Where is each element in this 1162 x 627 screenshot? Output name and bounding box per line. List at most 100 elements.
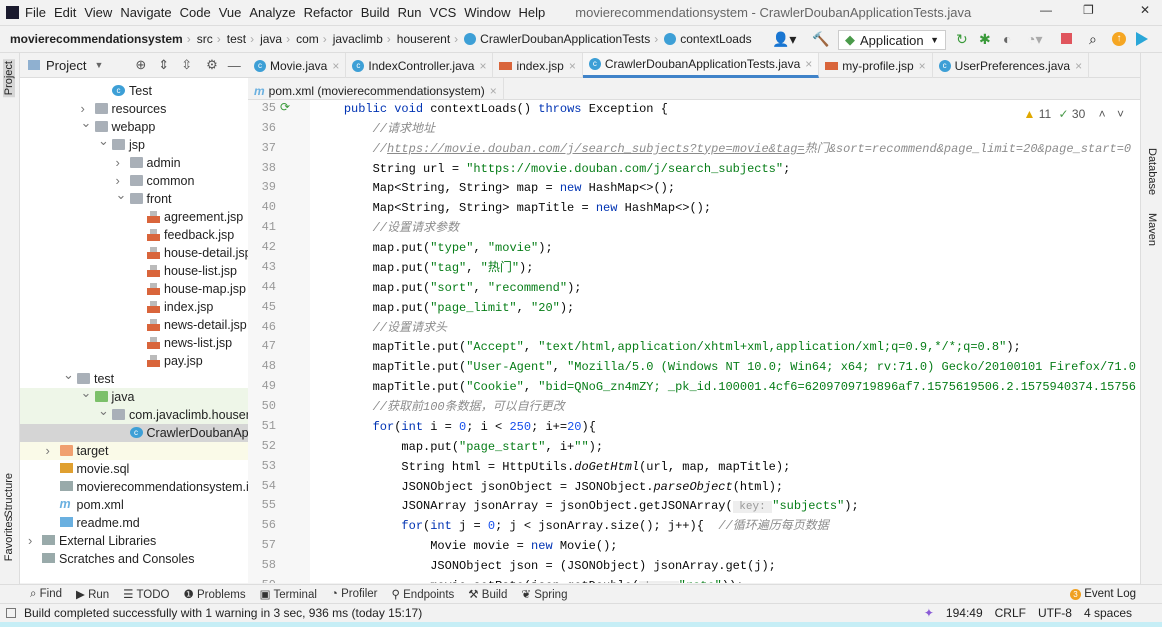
tab-indexcontroller-java[interactable]: c IndexController.java × xyxy=(346,53,494,78)
menu-vue[interactable]: Vue xyxy=(219,5,242,20)
chevron-right-icon[interactable]: › xyxy=(116,154,120,172)
tab-my-profile-jsp[interactable]: my-profile.jsp × xyxy=(819,53,933,78)
chevron-down-icon[interactable]: ⌄ xyxy=(98,132,109,150)
menu-run[interactable]: Run xyxy=(398,5,422,20)
event-log-button[interactable]: 3 Event Log xyxy=(1070,588,1136,600)
tree-item[interactable]: m pom.xml xyxy=(20,496,248,514)
prev-highlight-icon[interactable]: ˄ xyxy=(1099,107,1106,121)
tab-userpreferences-java[interactable]: c UserPreferences.java × xyxy=(933,53,1090,78)
menu-help[interactable]: Help xyxy=(519,5,546,20)
tool-window-find[interactable]: ⌕ Find xyxy=(30,588,62,601)
hide-panel-icon[interactable]: — xyxy=(228,58,241,73)
inspection-widget[interactable]: ▲ 11 ✓ 30 ˄ ˅ xyxy=(1023,107,1124,121)
close-tab-icon[interactable]: × xyxy=(332,59,339,73)
tool-window-build[interactable]: ⚒ Build xyxy=(468,587,507,601)
tool-window-problems[interactable]: ❶ Problems xyxy=(183,587,245,601)
menu-navigate[interactable]: Navigate xyxy=(120,5,171,20)
run-configuration-select[interactable]: ◆ Application ▼ xyxy=(838,30,946,50)
tab-movie-java[interactable]: c Movie.java × xyxy=(248,53,347,78)
restore-button[interactable]: ❐ xyxy=(1083,3,1094,17)
menu-refactor[interactable]: Refactor xyxy=(304,5,353,20)
locate-icon[interactable]: ⊕ xyxy=(135,57,146,73)
code-editor[interactable]: 35 36 37 38 39 40 41 42 43 44 45 46 47 48 49 50 51 52 53 54… xyxy=(248,100,1140,583)
breadcrumb-item[interactable]: java xyxy=(260,32,282,46)
tree-item[interactable]: c Test xyxy=(20,82,248,100)
menu-build[interactable]: Build xyxy=(361,5,390,20)
chevron-down-icon[interactable]: ⌄ xyxy=(81,114,92,132)
breadcrumb-item[interactable]: houserent xyxy=(397,32,450,46)
menu-analyze[interactable]: Analyze xyxy=(249,5,295,20)
close-tab-icon[interactable]: × xyxy=(479,59,486,73)
tree-item[interactable]: news-list.jsp xyxy=(20,334,248,352)
coverage-icon[interactable]: ◐ xyxy=(1003,31,1011,47)
tab-crawlerdoubanapplicationtests-java[interactable]: c CrawlerDoubanApplicationTests.java × xyxy=(582,53,820,78)
menu-window[interactable]: Window xyxy=(464,5,510,20)
project-view-select[interactable]: Project xyxy=(46,58,86,73)
plugin-icon[interactable] xyxy=(1136,32,1148,46)
tree-item[interactable]: Scratches and Consoles xyxy=(20,550,248,568)
rerun-icon[interactable]: ↻ xyxy=(956,31,968,48)
tree-item[interactable]: feedback.jsp xyxy=(20,226,248,244)
indent-setting[interactable]: 4 spaces xyxy=(1084,606,1132,620)
tree-item[interactable]: ⌄ webapp xyxy=(20,115,248,136)
project-tool-tab[interactable]: Project xyxy=(3,59,15,98)
menu-edit[interactable]: Edit xyxy=(54,5,76,20)
chevron-down-icon[interactable]: ⌄ xyxy=(63,366,74,384)
file-encoding[interactable]: UTF-8 xyxy=(1038,606,1072,620)
tree-item[interactable]: ⌄ test xyxy=(20,367,248,388)
debug-icon[interactable]: ✱ xyxy=(979,31,991,48)
chevron-down-icon[interactable]: ⌄ xyxy=(116,186,127,204)
chevron-right-icon[interactable]: › xyxy=(28,532,32,550)
chevron-right-icon[interactable]: › xyxy=(46,442,50,460)
tree-item[interactable]: ⌄ front xyxy=(20,187,248,208)
update-icon[interactable]: ↑ xyxy=(1112,32,1126,46)
breadcrumb-item[interactable]: CrawlerDoubanApplicationTests xyxy=(480,32,650,46)
caret-position[interactable]: 194:49 xyxy=(946,606,983,620)
tool-window-profiler[interactable]: ◔ Profiler xyxy=(331,588,378,600)
close-tab-icon[interactable]: × xyxy=(569,59,576,73)
breadcrumb-item[interactable]: com xyxy=(296,32,319,46)
tree-item[interactable]: › resources xyxy=(20,100,248,118)
tree-item[interactable]: house-list.jsp xyxy=(20,262,248,280)
close-tab-icon[interactable]: × xyxy=(805,57,812,71)
tool-window-todo[interactable]: ☰ TODO xyxy=(123,587,169,601)
tree-item[interactable]: house-detail.jsp xyxy=(20,244,248,262)
tree-item[interactable]: › External Libraries xyxy=(20,532,248,550)
tree-item[interactable]: news-detail.jsp xyxy=(20,316,248,334)
tab-index-jsp[interactable]: index.jsp × xyxy=(493,53,583,78)
tree-item[interactable]: movie.sql xyxy=(20,460,248,478)
database-tool-tab[interactable]: Database xyxy=(1146,148,1158,195)
tree-item[interactable]: movierecommendationsystem.iml xyxy=(20,478,248,496)
tree-item[interactable]: readme.md xyxy=(20,514,248,532)
tree-item[interactable]: ⌄ jsp xyxy=(20,133,248,154)
line-separator[interactable]: CRLF xyxy=(995,606,1026,620)
tree-item[interactable]: › admin xyxy=(20,154,248,172)
structure-tool-tab[interactable]: Structure xyxy=(3,473,15,518)
tree-item[interactable]: ⌄ java xyxy=(20,385,248,406)
expand-all-icon[interactable]: ⇕ xyxy=(158,57,169,73)
breadcrumb-item[interactable]: javaclimb xyxy=(333,32,383,46)
build-hammer-icon[interactable]: 🔨 xyxy=(812,31,829,48)
menu-vcs[interactable]: VCS xyxy=(430,5,457,20)
menu-code[interactable]: Code xyxy=(180,5,211,20)
profile-icon[interactable]: ◔▾ xyxy=(1027,31,1042,48)
tree-item[interactable]: index.jsp xyxy=(20,298,248,316)
run-gutter-icon[interactable]: ⟳ xyxy=(280,100,290,114)
gear-icon[interactable]: ⚙ xyxy=(206,57,218,73)
collapse-all-icon[interactable]: ⇳ xyxy=(181,57,192,73)
chevron-down-icon[interactable]: ⌄ xyxy=(81,384,92,402)
minimize-button[interactable]: — xyxy=(1040,3,1052,17)
tree-item[interactable]: house-map.jsp xyxy=(20,280,248,298)
menu-file[interactable]: File xyxy=(25,5,46,20)
user-icon[interactable]: 👤▾ xyxy=(772,31,796,48)
maven-tool-tab[interactable]: Maven xyxy=(1146,213,1158,246)
tool-window-spring[interactable]: ❦ Spring xyxy=(521,587,567,601)
tree-item[interactable]: cCrawlerDoubanApplicationTests xyxy=(20,424,248,442)
tool-window-terminal[interactable]: ▣ Terminal xyxy=(260,587,317,601)
chevron-down-icon[interactable]: ⌄ xyxy=(98,402,109,420)
stop-icon[interactable] xyxy=(1061,33,1072,44)
tool-window-endpoints[interactable]: ⚲ Endpoints xyxy=(392,587,455,601)
tree-item[interactable]: ⌄ com.javaclimb.houserent xyxy=(20,403,248,424)
tree-item[interactable]: › target xyxy=(20,442,248,460)
search-icon[interactable]: ⌕ xyxy=(1089,31,1097,48)
